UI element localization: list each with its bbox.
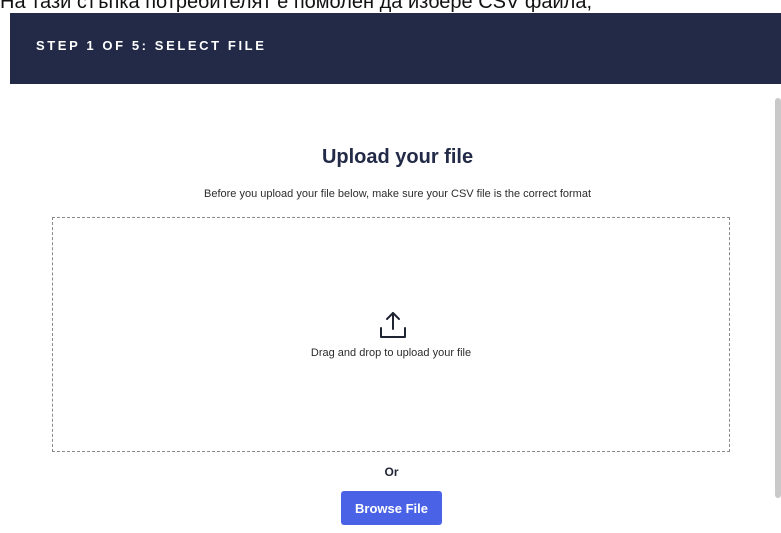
step-header: STEP 1 OF 5: SELECT FILE — [10, 13, 781, 84]
upload-title: Upload your file — [321, 146, 474, 168]
file-dropzone[interactable]: Drag and drop to upload your file — [52, 217, 730, 452]
upload-icon — [380, 312, 406, 338]
step-title: STEP 1 OF 5: SELECT FILE — [36, 38, 267, 53]
page: На тази стъпка потребителят е помолен да… — [0, 0, 781, 533]
cropped-caption: На тази стъпка потребителят е помолен да… — [0, 0, 781, 14]
browse-file-button[interactable]: Browse File — [341, 491, 442, 525]
upload-subtitle: Before you upload your file below, make … — [203, 188, 591, 200]
cropped-caption-text: На тази стъпка потребителят е помолен да… — [0, 0, 593, 13]
or-separator: Or — [384, 465, 399, 479]
dropzone-label: Drag and drop to upload your file — [310, 347, 472, 359]
upload-content: Upload your file Before you upload your … — [10, 84, 775, 533]
